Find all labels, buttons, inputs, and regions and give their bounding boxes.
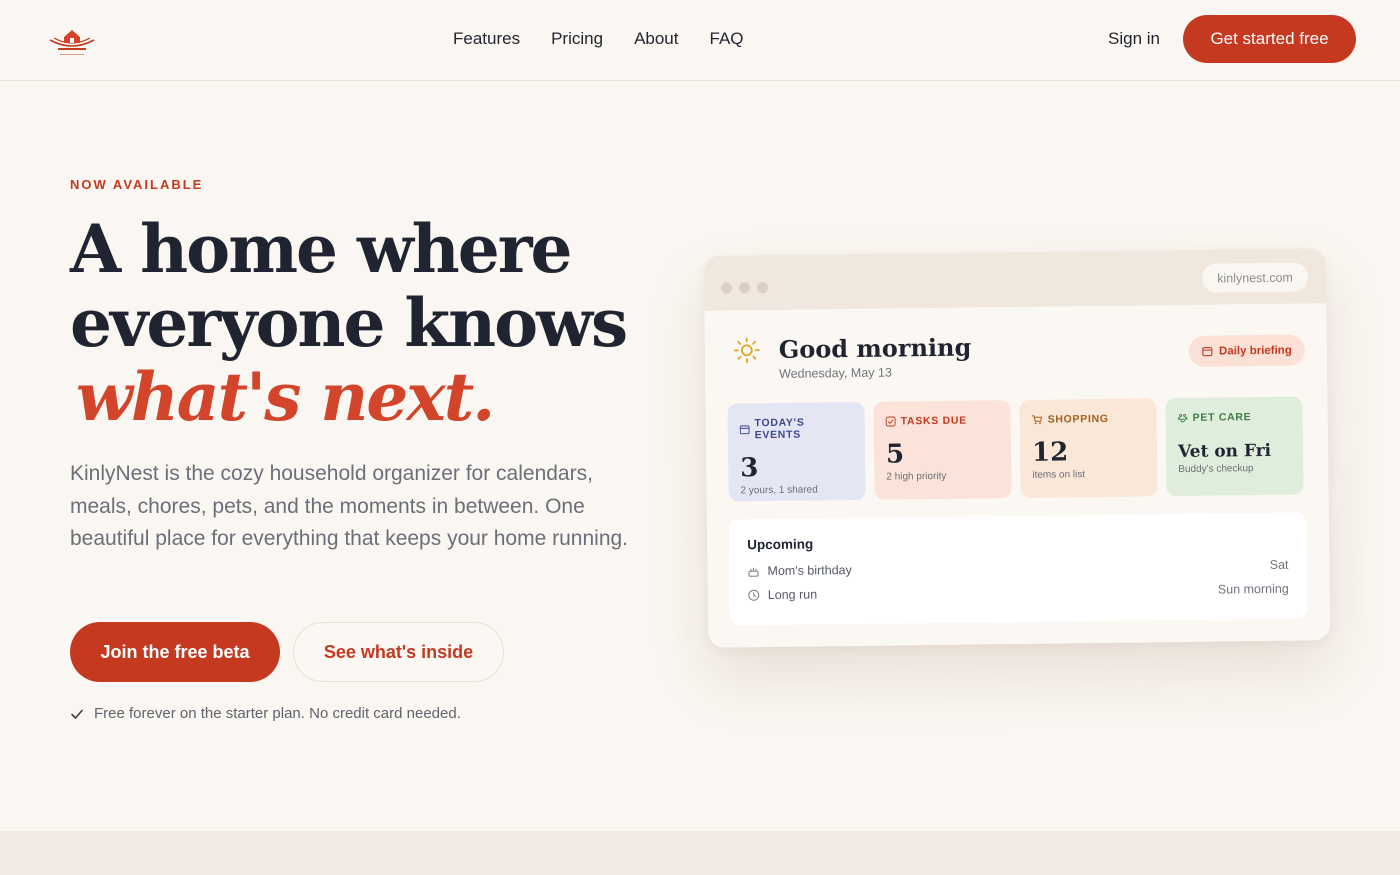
card-label: TODAY'S EVENTS — [754, 416, 805, 442]
upcoming-item-time: Sun morning — [1217, 581, 1289, 597]
url-bar: kinlynest.com — [1202, 262, 1309, 293]
upcoming-item-time: Sat — [1269, 557, 1289, 572]
daily-briefing-label: Daily briefing — [1218, 344, 1292, 358]
upcoming-panel: Upcoming Mom's birthday Sat Long run Sun… — [728, 512, 1308, 626]
top-nav: Features Pricing About FAQ Sign in Get s… — [0, 0, 1400, 81]
nav-link-pricing[interactable]: Pricing — [551, 28, 603, 50]
card-todays-events[interactable]: TODAY'S EVENTS 3 2 yours, 1 shared — [727, 401, 866, 502]
card-value: Vet on Fri — [1177, 440, 1272, 463]
join-beta-button[interactable]: Join the free beta — [70, 622, 280, 682]
see-inside-button[interactable]: See what's inside — [293, 622, 504, 682]
card-label-row: TODAY'S EVENTS — [739, 416, 853, 442]
card-shopping[interactable]: SHOPPING 12 items on list — [1019, 398, 1158, 498]
browser-bar: kinlynest.com — [703, 248, 1327, 311]
window-dot-icon — [720, 282, 733, 294]
upcoming-item[interactable]: Mom's birthday Sat — [747, 557, 1289, 579]
eyebrow-label: NOW AVAILABLE — [70, 177, 204, 192]
next-section-band — [0, 831, 1400, 875]
hero-headline: A home where everyone knows what's next. — [70, 212, 670, 434]
card-label: SHOPPING — [1047, 412, 1109, 426]
upcoming-item-left: Long run — [748, 587, 818, 603]
daily-briefing-button[interactable]: Daily briefing — [1188, 334, 1306, 367]
card-tasks-due[interactable]: TASKS DUE 5 2 high priority — [873, 400, 1012, 500]
card-subtitle: 2 high priority — [886, 470, 947, 483]
card-label-row: PET CARE — [1177, 411, 1291, 424]
clock-icon — [748, 589, 760, 601]
window-dot-icon — [756, 282, 769, 294]
nav-link-about[interactable]: About — [634, 28, 678, 50]
cart-icon — [1032, 415, 1043, 425]
card-value: 12 — [1031, 437, 1069, 468]
fineprint: Free forever on the starter plan. No cre… — [70, 705, 461, 722]
kinlynest-logo[interactable] — [46, 26, 98, 60]
upcoming-item-label: Long run — [767, 587, 818, 603]
upcoming-title: Upcoming — [747, 536, 814, 553]
upcoming-item-left: Mom's birthday — [747, 563, 852, 578]
headline-accent: what's next. — [76, 358, 495, 436]
checkmark-icon — [71, 709, 83, 719]
paw-icon — [1177, 413, 1188, 423]
checkbox-icon — [885, 416, 896, 427]
card-value: 3 — [740, 453, 759, 484]
get-started-button[interactable]: Get started free — [1183, 15, 1356, 63]
app-preview-mockup: kinlynest.com Good morning Wednesday, Ma… — [703, 248, 1331, 648]
headline-line-2: everyone knows — [70, 284, 628, 362]
sign-in-link[interactable]: Sign in — [1108, 28, 1160, 50]
card-label: TASKS DUE — [900, 414, 967, 428]
hero-description: KinlyNest is the cozy household organize… — [70, 462, 629, 550]
calendar-icon — [1202, 347, 1213, 357]
card-pet-care[interactable]: PET CARE Vet on Fri Buddy's checkup — [1165, 396, 1304, 497]
card-value: 5 — [885, 439, 905, 470]
card-label-row: SHOPPING — [1032, 412, 1145, 426]
cake-icon — [748, 567, 759, 577]
fineprint-text: Free forever on the starter plan. No cre… — [94, 705, 461, 722]
card-subtitle: 2 yours, 1 shared — [740, 484, 818, 497]
nav-link-features[interactable]: Features — [453, 28, 520, 50]
summary-cards: TODAY'S EVENTS 3 2 yours, 1 shared TASKS… — [727, 396, 1304, 502]
greeting: Good morning — [733, 332, 972, 365]
headline-line-1: A home where — [70, 210, 573, 288]
card-label-row: TASKS DUE — [885, 414, 999, 428]
nav-link-faq[interactable]: FAQ — [710, 28, 744, 50]
greeting-date: Wednesday, May 13 — [778, 365, 892, 381]
house-logo-icon — [49, 30, 95, 55]
primary-nav: Features Pricing About FAQ — [453, 28, 775, 50]
upcoming-item-label: Mom's birthday — [767, 563, 852, 579]
card-subtitle: Buddy's checkup — [1178, 463, 1254, 476]
calendar-icon — [739, 425, 750, 435]
card-label: PET CARE — [1192, 411, 1252, 424]
greeting-title: Good morning — [778, 332, 972, 364]
window-dot-icon — [738, 282, 751, 294]
card-subtitle: items on list — [1032, 469, 1086, 481]
sun-icon — [733, 336, 760, 363]
upcoming-item[interactable]: Long run Sun morning — [748, 582, 1289, 603]
